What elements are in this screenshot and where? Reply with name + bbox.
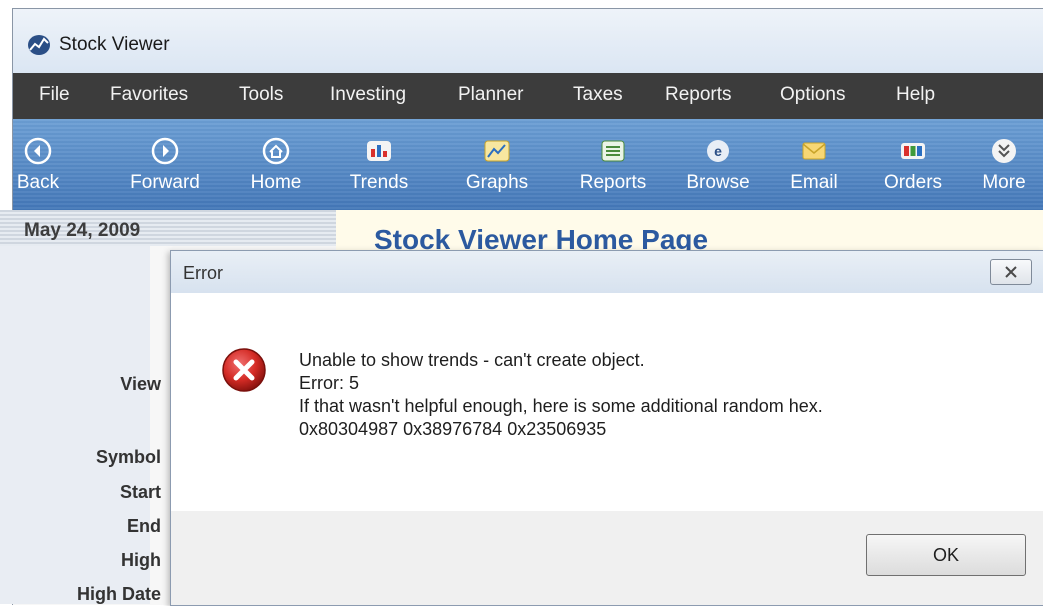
more-chevrons-icon	[992, 139, 1016, 163]
dialog-title-bar: Error	[171, 251, 1043, 293]
close-icon	[1005, 266, 1017, 278]
reports-button[interactable]: Reports	[568, 137, 658, 194]
orders-icon	[901, 143, 925, 159]
more-label: More	[982, 172, 1026, 193]
dialog-close-button[interactable]	[990, 259, 1032, 285]
reports-label: Reports	[579, 172, 647, 193]
ok-button[interactable]: OK	[866, 534, 1026, 576]
title-bar: Stock Viewer	[13, 9, 1043, 73]
graphs-label: Graphs	[465, 172, 529, 193]
label-start: Start	[119, 482, 161, 502]
app-logo-icon	[28, 35, 50, 55]
orders-label: Orders	[883, 172, 943, 193]
menu-help[interactable]: Help	[896, 84, 935, 106]
menu-tools[interactable]: Tools	[239, 84, 283, 106]
menu-reports[interactable]: Reports	[665, 84, 732, 106]
forward-label: Forward	[130, 172, 200, 193]
forward-button[interactable]: Forward	[120, 137, 210, 194]
left-panel	[0, 210, 150, 604]
graphs-icon	[484, 140, 510, 162]
email-button[interactable]: Email	[769, 137, 859, 194]
email-label: Email	[790, 172, 838, 193]
trends-chart-icon	[367, 141, 391, 161]
browse-globe-icon: e	[707, 140, 729, 162]
more-button[interactable]: More	[959, 137, 1043, 194]
forward-arrow-icon	[151, 137, 179, 165]
error-message: Unable to show trends - can't create obj…	[299, 349, 823, 441]
menu-options[interactable]: Options	[780, 84, 845, 106]
label-end: End	[127, 516, 161, 536]
browse-button[interactable]: e Browse	[673, 137, 763, 194]
menu-file[interactable]: File	[39, 84, 70, 106]
browse-label: Browse	[686, 172, 750, 193]
orders-button[interactable]: Orders	[868, 137, 958, 194]
dialog-body: Unable to show trends - can't create obj…	[171, 293, 1043, 511]
dialog-title: Error	[183, 263, 223, 283]
current-date: May 24, 2009	[24, 220, 141, 241]
toolbar: Back Forward Home Trends Graphs Reports …	[13, 119, 1043, 219]
graphs-button[interactable]: Graphs	[452, 137, 542, 194]
menu-bar: File Favorites Tools Investing Planner T…	[13, 73, 1043, 119]
email-envelope-icon	[802, 142, 826, 160]
menu-taxes[interactable]: Taxes	[573, 84, 623, 106]
back-arrow-icon	[24, 137, 52, 165]
label-high-date: High Date	[76, 584, 161, 604]
label-high: High	[121, 550, 161, 570]
error-x-icon	[222, 348, 266, 392]
trends-label: Trends	[349, 172, 409, 193]
error-line-1: Unable to show trends - can't create obj…	[299, 350, 645, 370]
trends-button[interactable]: Trends	[334, 137, 424, 194]
home-button[interactable]: Home	[231, 137, 321, 194]
svg-text:e: e	[714, 143, 722, 159]
app-title: Stock Viewer	[59, 34, 170, 55]
back-label: Back	[16, 172, 60, 193]
error-line-2: Error: 5	[299, 373, 360, 393]
home-label: Home	[250, 172, 302, 193]
back-button[interactable]: Back	[13, 137, 83, 194]
error-dialog: Error Unable to show trends - can't crea…	[170, 250, 1043, 606]
menu-investing[interactable]: Investing	[330, 84, 406, 106]
menu-favorites[interactable]: Favorites	[110, 84, 188, 106]
label-symbol: Symbol	[95, 447, 161, 467]
reports-icon	[601, 140, 625, 162]
home-icon	[262, 137, 290, 165]
error-line-3: If that wasn't helpful enough, here is s…	[299, 396, 823, 416]
label-view: View	[120, 374, 161, 394]
error-line-4: 0x80304987 0x38976784 0x23506935	[299, 419, 607, 439]
menu-planner[interactable]: Planner	[458, 84, 524, 106]
